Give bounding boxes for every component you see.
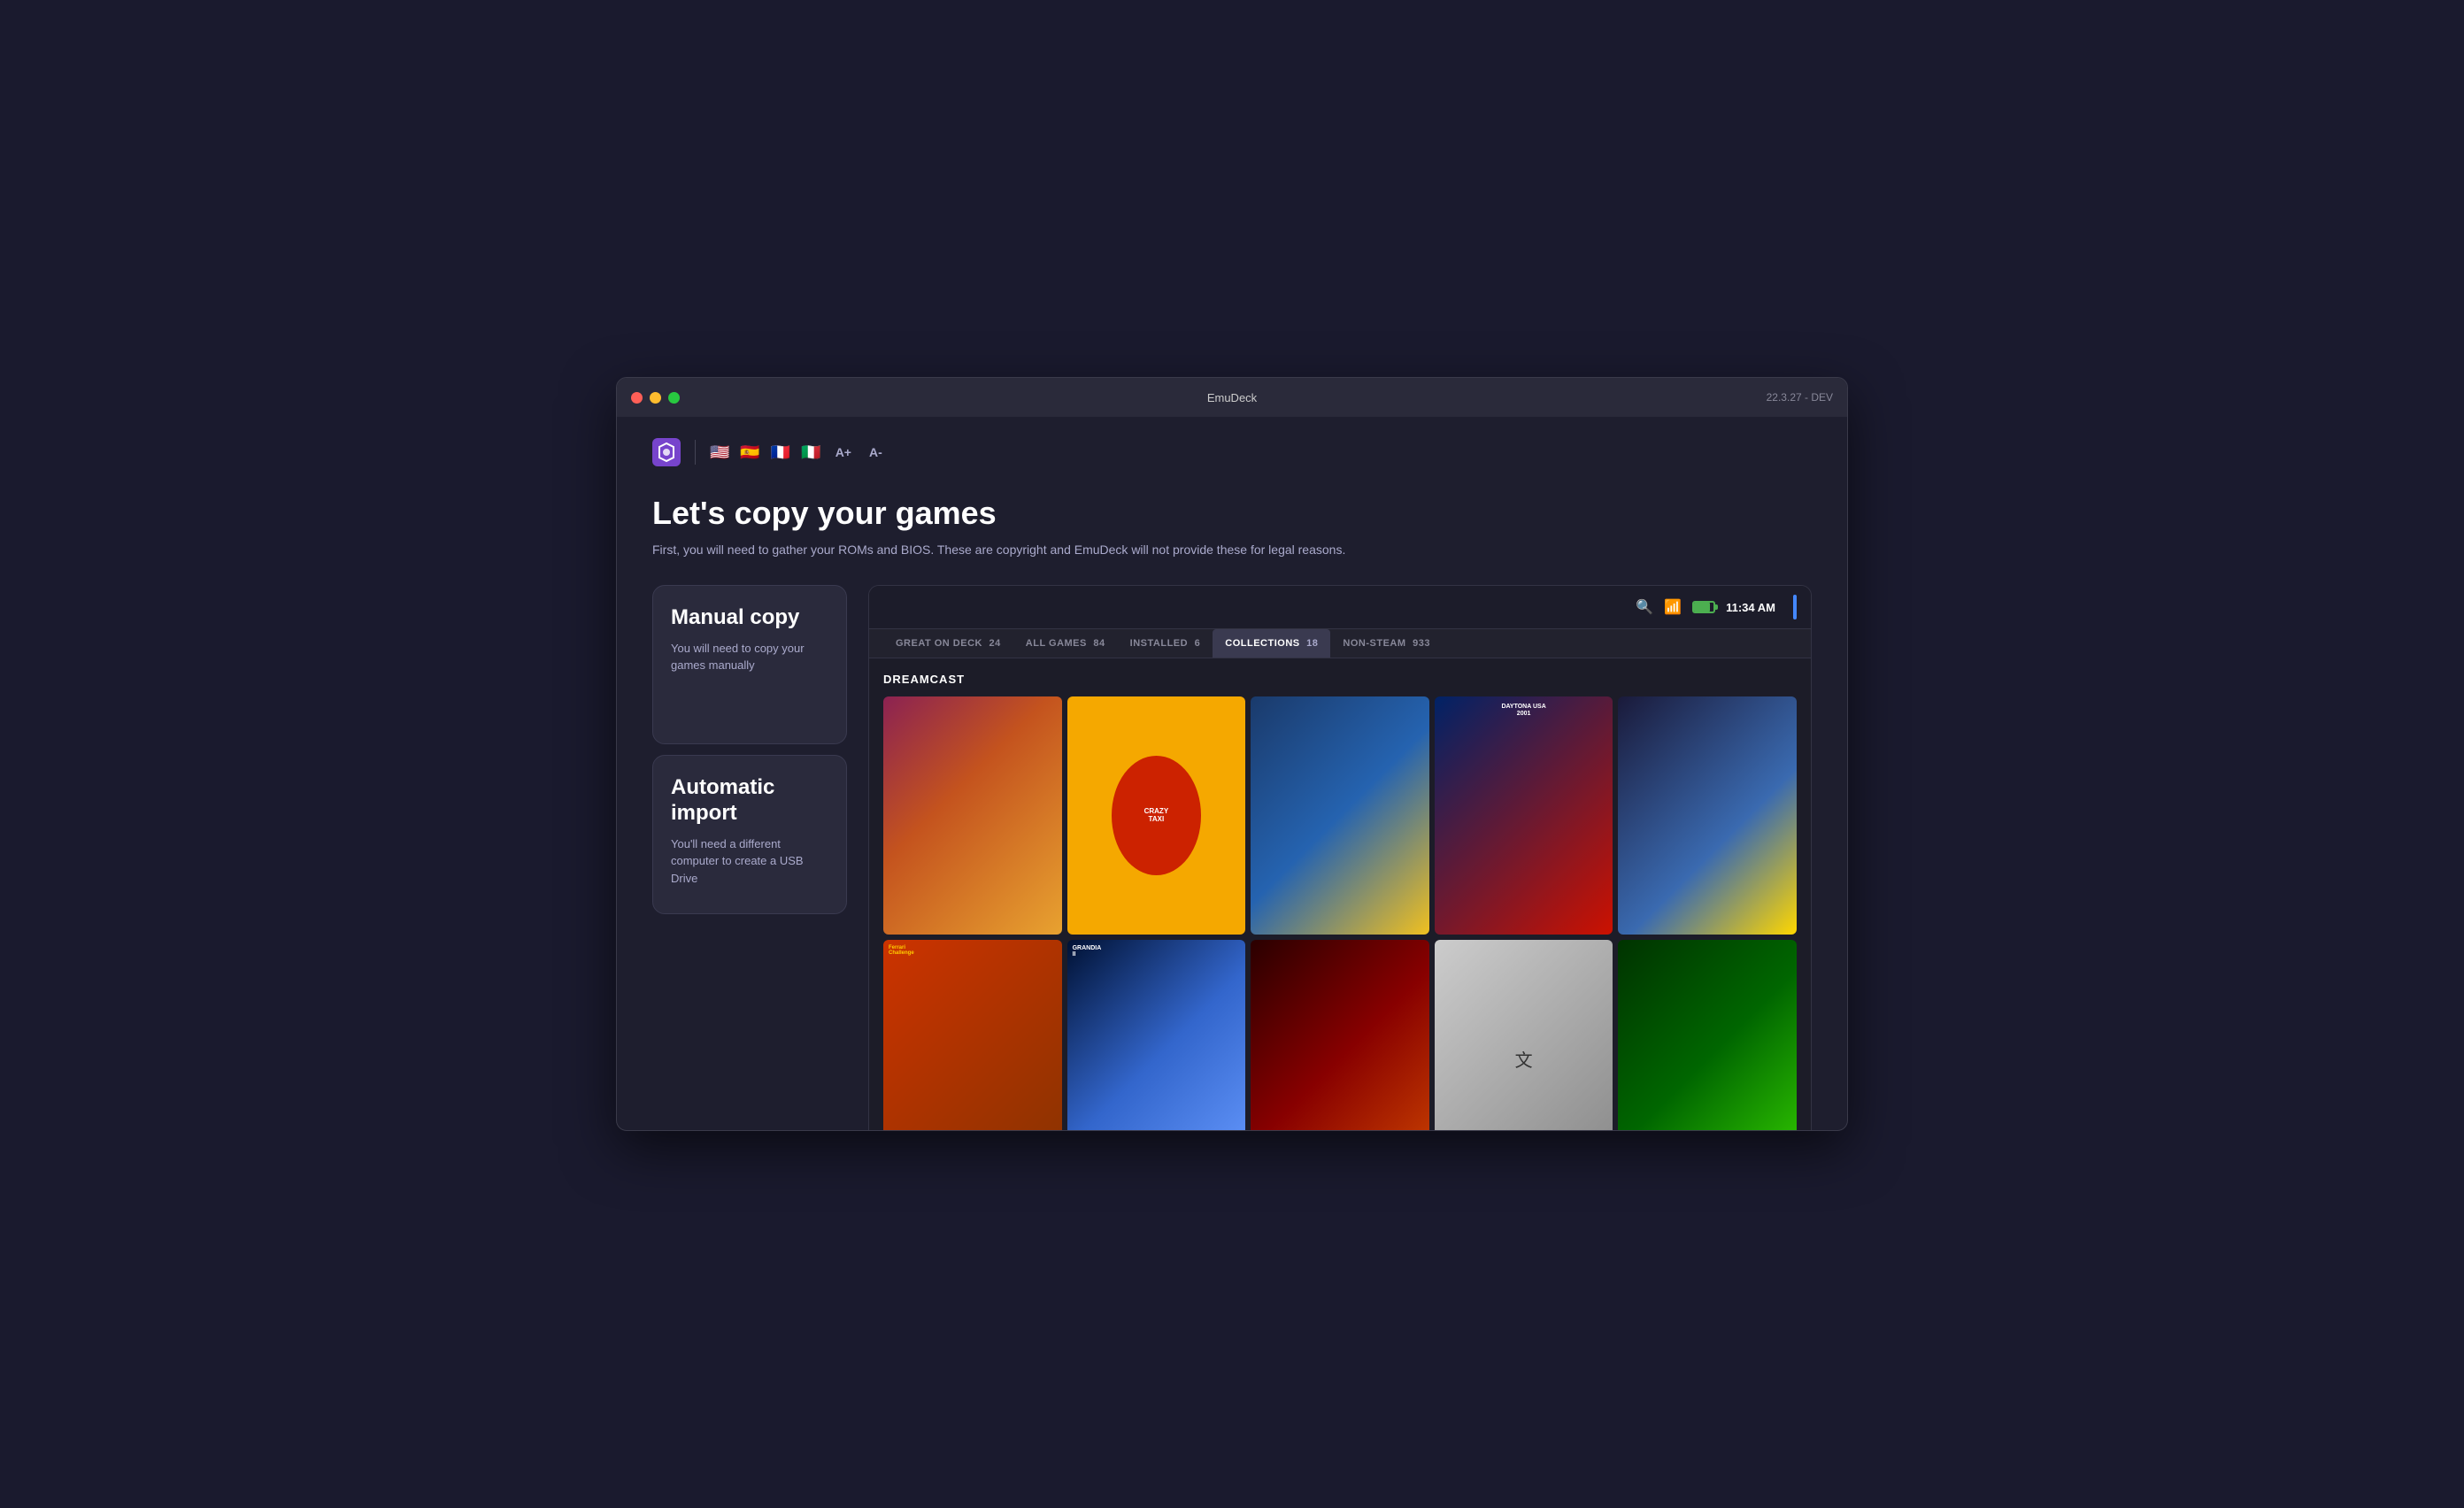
tab-great-on-deck[interactable]: GREAT ON DECK 24 [883, 629, 1013, 658]
font-decrease-button[interactable]: A- [866, 443, 886, 461]
steam-preview: 🔍 📶 11:34 AM GREAT ON DECK 24 ALL G [868, 585, 1812, 1130]
close-button[interactable] [631, 392, 643, 404]
main-row: Manual copy You will need to copy your g… [652, 585, 1812, 1130]
page-title: Let's copy your games [652, 495, 1812, 532]
search-icon[interactable]: 🔍 [1636, 598, 1653, 616]
game-thumb-4[interactable]: DAYTONA USA2001 [1435, 696, 1613, 935]
game-thumb-3[interactable] [1251, 696, 1429, 935]
app-window: EmuDeck 22.3.27 - DEV 🇺🇸 🇪🇸 🇫🇷 🇮🇹 A+ A- … [616, 377, 1848, 1131]
flag-fr[interactable]: 🇫🇷 [771, 443, 790, 462]
game-thumb-1[interactable] [883, 696, 1062, 935]
game-thumb-10[interactable] [1618, 940, 1797, 1130]
wifi-icon: 📶 [1664, 598, 1682, 616]
game-grid-row2: FerrariChallenge GRANDIAII 文 [883, 940, 1797, 1130]
automatic-import-title: Automatic import [671, 775, 828, 827]
page-subtitle: First, you will need to gather your ROMs… [652, 542, 1360, 557]
flag-us[interactable]: 🇺🇸 [710, 443, 729, 462]
steam-topbar: 🔍 📶 11:34 AM [869, 586, 1811, 629]
tab-non-steam[interactable]: NON-STEAM 933 [1330, 629, 1443, 658]
game-grid-row1: CRAZYTAXI DAYTONA USA2001 [883, 696, 1797, 935]
game-thumb-2[interactable]: CRAZYTAXI [1067, 696, 1246, 935]
game-thumb-5[interactable] [1618, 696, 1797, 935]
emudeck-logo [652, 438, 681, 466]
steam-tabs: GREAT ON DECK 24 ALL GAMES 84 INSTALLED … [869, 629, 1811, 658]
maximize-button[interactable] [668, 392, 680, 404]
titlebar: EmuDeck 22.3.27 - DEV [617, 378, 1847, 417]
game-thumb-9[interactable]: 文 [1435, 940, 1613, 1130]
flag-es[interactable]: 🇪🇸 [740, 443, 759, 462]
tab-installed[interactable]: INSTALLED 6 [1118, 629, 1213, 658]
game-thumb-6[interactable]: FerrariChallenge [883, 940, 1062, 1130]
section-title: DREAMCAST [883, 673, 1797, 686]
version-label: 22.3.27 - DEV [1767, 391, 1833, 404]
manual-copy-card[interactable]: Manual copy You will need to copy your g… [652, 585, 847, 744]
battery-indicator [1692, 601, 1715, 613]
traffic-lights [631, 392, 680, 404]
automatic-import-desc: You'll need a different computer to crea… [671, 835, 828, 888]
clock: 11:34 AM [1726, 601, 1775, 614]
steam-content: DREAMCAST CRAZYTAXI [869, 658, 1811, 1130]
minimize-button[interactable] [650, 392, 661, 404]
tab-collections[interactable]: COLLECTIONS 18 [1213, 629, 1330, 658]
manual-copy-desc: You will need to copy your games manuall… [671, 640, 828, 674]
tab-all-games[interactable]: ALL GAMES 84 [1013, 629, 1118, 658]
automatic-import-card[interactable]: Automatic import You'll need a different… [652, 755, 847, 914]
main-content: 🇺🇸 🇪🇸 🇫🇷 🇮🇹 A+ A- Let's copy your games … [617, 417, 1847, 1130]
flag-it[interactable]: 🇮🇹 [801, 443, 820, 462]
window-title: EmuDeck [1207, 391, 1257, 404]
options-column: Manual copy You will need to copy your g… [652, 585, 847, 914]
game-thumb-8[interactable] [1251, 940, 1429, 1130]
topbar-divider [695, 440, 696, 465]
font-increase-button[interactable]: A+ [832, 443, 855, 461]
topbar: 🇺🇸 🇪🇸 🇫🇷 🇮🇹 A+ A- [652, 438, 1812, 466]
game-thumb-7[interactable]: GRANDIAII [1067, 940, 1246, 1130]
manual-copy-title: Manual copy [671, 605, 828, 631]
